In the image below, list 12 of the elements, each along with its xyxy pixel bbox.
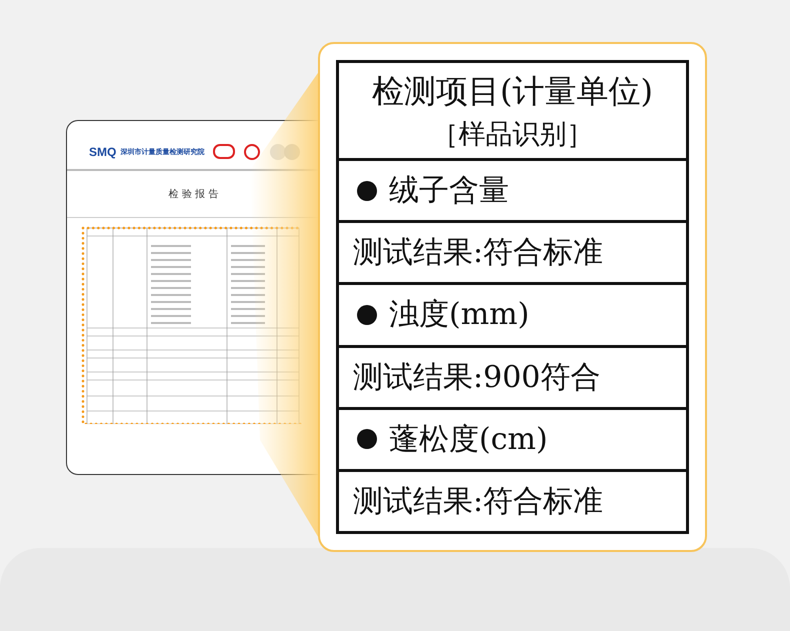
test-item: 绒子含量 <box>389 172 509 210</box>
table-subheader: ［样品识别］ <box>432 118 594 152</box>
test-result: 测试结果:符合标准 <box>353 234 604 272</box>
bullet-icon <box>357 304 377 325</box>
test-item: 浊度(mm) <box>389 296 530 334</box>
table-header: 检测项目(计量单位) <box>372 70 653 112</box>
test-item: 蓬松度(cm) <box>389 420 548 459</box>
test-result: 测试结果:900符合 <box>353 358 600 397</box>
test-result: 测试结果:符合标准 <box>353 482 604 521</box>
bullet-icon <box>357 180 377 201</box>
bullet-icon <box>357 429 377 450</box>
logo-text: SMQ <box>89 145 116 159</box>
